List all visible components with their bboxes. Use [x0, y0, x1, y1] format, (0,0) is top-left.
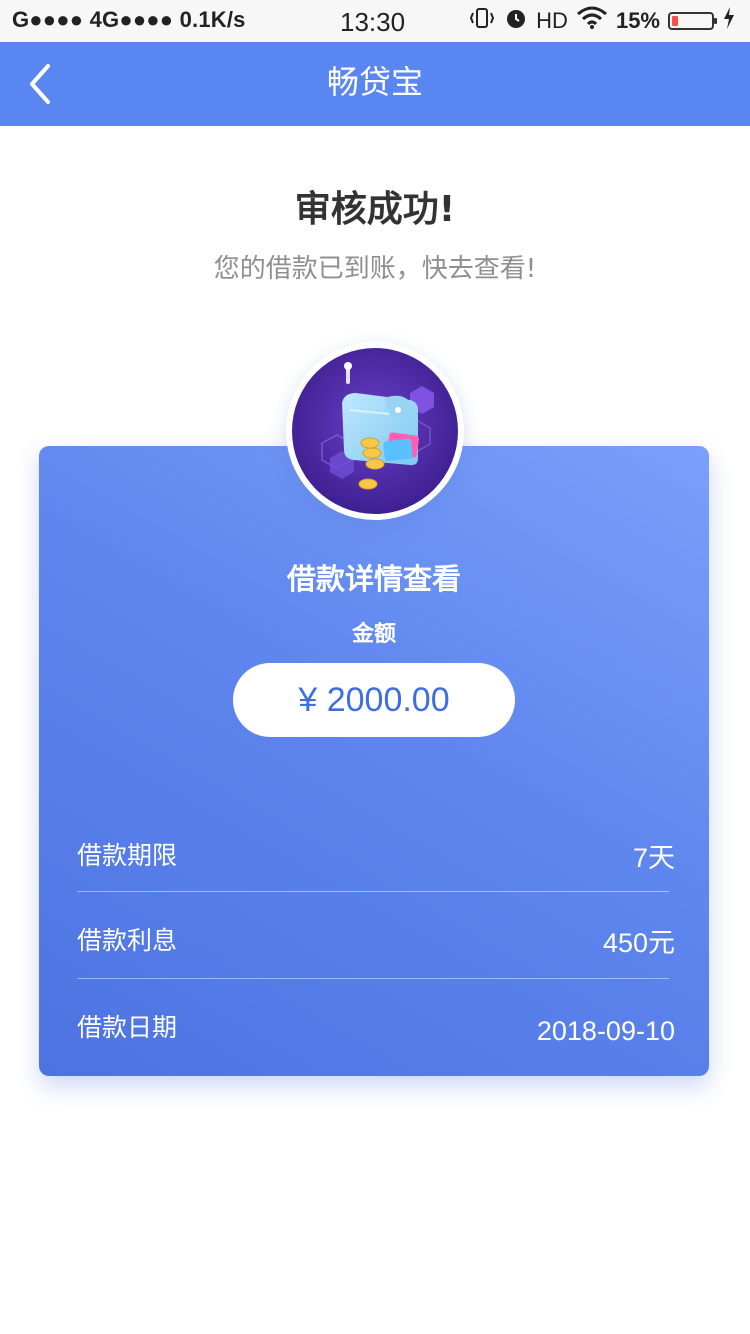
- app-header: 畅贷宝: [0, 42, 750, 126]
- result-subtitle: 您的借款已到账，快去查看!: [213, 254, 537, 284]
- wallet-avatar: [286, 342, 464, 520]
- wifi-icon: [576, 6, 608, 36]
- card-title: 借款详情查看: [286, 562, 461, 596]
- loan-date-row: 借款日期 2018-09-10: [77, 1008, 675, 1068]
- row-label: 借款期限: [77, 841, 178, 870]
- amount-label: 金额: [351, 622, 396, 647]
- clock: 13:30: [340, 7, 406, 37]
- alarm-icon: [504, 6, 528, 36]
- row-label: 借款日期: [77, 1013, 178, 1042]
- result-title: 审核成功!: [294, 189, 456, 230]
- vibrate-icon: [468, 6, 496, 36]
- loan-details-card: 借款详情查看 金额 ¥ 2000.00 借款期限 7天 借款利息 450元 借款…: [39, 446, 709, 1076]
- row-label: 借款利息: [77, 926, 178, 955]
- loan-term-row: 借款期限 7天: [77, 836, 675, 896]
- charging-icon: [722, 6, 736, 36]
- loan-interest-row: 借款利息 450元: [77, 921, 675, 981]
- page-title: 畅贷宝: [326, 63, 423, 101]
- row-value: 7天: [632, 843, 675, 873]
- battery-icon: [668, 12, 717, 30]
- hd-label: HD: [536, 8, 568, 33]
- divider: [77, 891, 669, 892]
- battery-percent: 15%: [615, 8, 660, 33]
- wallet-icon: [292, 348, 458, 514]
- amount-value: ¥ 2000.00: [233, 663, 515, 737]
- battery-level: [672, 16, 678, 26]
- status-bar: G●●●● 4G●●●● 0.1K/s 13:30 HD 15%: [0, 0, 750, 42]
- row-value: 2018-09-10: [536, 1016, 675, 1046]
- status-icons: HD 15%: [468, 6, 736, 36]
- row-value: 450元: [602, 928, 675, 958]
- divider: [77, 978, 669, 979]
- network-status: G●●●● 4G●●●● 0.1K/s: [12, 7, 246, 32]
